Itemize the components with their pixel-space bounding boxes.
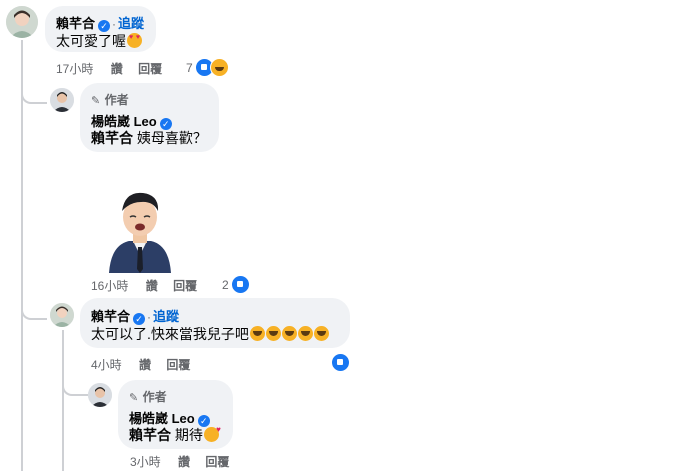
comment-text: 姨母喜歡？ — [136, 130, 207, 146]
comment-actions: 3小時 讚 回覆 — [130, 453, 229, 470]
heart-eyes-emoji-icon — [127, 33, 142, 48]
thread-line — [21, 40, 23, 471]
comment-actions: 16小時 讚 回覆 — [91, 277, 197, 294]
sticker[interactable] — [103, 189, 177, 273]
comment-actions: 4小時 讚 回覆 — [91, 356, 190, 373]
rofl-emoji-icon — [281, 326, 297, 341]
follow-link[interactable]: 追蹤 — [153, 309, 179, 324]
thread-connector — [21, 74, 47, 104]
reply-button[interactable]: 回覆 — [166, 358, 190, 372]
comment-bubble: ✎ 作者 楊皓崴 Leo ✓ 賴芊合 期待 — [118, 380, 233, 449]
author-badge: 作者 — [142, 390, 167, 404]
comment-actions: 17小時 讚 回覆 — [56, 60, 162, 77]
mention-link[interactable]: 賴芊合 — [129, 427, 171, 443]
reaction-summary[interactable] — [331, 353, 350, 372]
like-reaction-icon — [331, 353, 350, 372]
timestamp[interactable]: 16小時 — [91, 279, 128, 293]
avatar[interactable] — [50, 303, 74, 327]
reply-button[interactable]: 回覆 — [205, 455, 229, 469]
rofl-emoji-icon — [265, 326, 281, 341]
avatar[interactable] — [6, 6, 38, 38]
comment-bubble: ✎ 作者 楊皓崴 Leo ✓ 賴芊合 姨母喜歡？ — [80, 83, 219, 152]
like-button[interactable]: 讚 — [111, 62, 123, 76]
author-badge: 作者 — [104, 93, 129, 107]
like-button[interactable]: 讚 — [178, 455, 190, 469]
timestamp[interactable]: 17小時 — [56, 62, 93, 76]
author-name[interactable]: 賴芊合 — [56, 16, 95, 31]
author-name[interactable]: 楊皓崴 Leo — [91, 114, 157, 129]
avatar[interactable] — [88, 383, 112, 407]
reaction-summary[interactable]: 2 — [222, 275, 250, 294]
like-reaction-icon — [230, 275, 250, 294]
comment-text: 太可愛了喔 — [56, 33, 126, 49]
thread-connector — [21, 290, 47, 320]
timestamp[interactable]: 4小時 — [91, 358, 122, 372]
reply-button[interactable]: 回覆 — [173, 279, 197, 293]
thread-connector — [62, 370, 88, 396]
mention-link[interactable]: 賴芊合 — [91, 130, 133, 146]
rofl-emoji-icon — [313, 326, 329, 341]
separator-dot: · — [112, 17, 117, 31]
avatar[interactable] — [50, 88, 74, 112]
reaction-count: 7 — [186, 60, 193, 75]
reaction-summary[interactable]: 7 — [186, 58, 229, 77]
rofl-emoji-icon — [297, 326, 313, 341]
author-name[interactable]: 賴芊合 — [91, 309, 130, 324]
rofl-emoji-icon — [249, 326, 265, 341]
pencil-icon: ✎ — [91, 95, 101, 107]
reply-button[interactable]: 回覆 — [138, 62, 162, 76]
follow-link[interactable]: 追蹤 — [118, 16, 144, 31]
thread-line — [62, 330, 64, 471]
timestamp[interactable]: 3小時 — [130, 455, 161, 469]
like-button[interactable]: 讚 — [146, 279, 158, 293]
reaction-count: 2 — [222, 277, 229, 292]
like-button[interactable]: 讚 — [139, 358, 151, 372]
haha-reaction-icon — [209, 58, 229, 77]
author-name[interactable]: 楊皓崴 Leo — [129, 411, 195, 426]
comment-bubble: 賴芊合 ✓ · 追蹤 太可愛了喔 — [45, 6, 156, 52]
comment-bubble: 賴芊合 ✓ · 追蹤 太可以了.快來當我兒子吧 — [80, 298, 350, 348]
pencil-icon: ✎ — [129, 392, 139, 404]
separator-dot: · — [147, 310, 152, 324]
smiling-face-with-hearts-emoji-icon — [203, 425, 221, 442]
comment-text: 太可以了.快來當我兒子吧 — [91, 326, 249, 342]
comment-text: 期待 — [174, 427, 203, 443]
